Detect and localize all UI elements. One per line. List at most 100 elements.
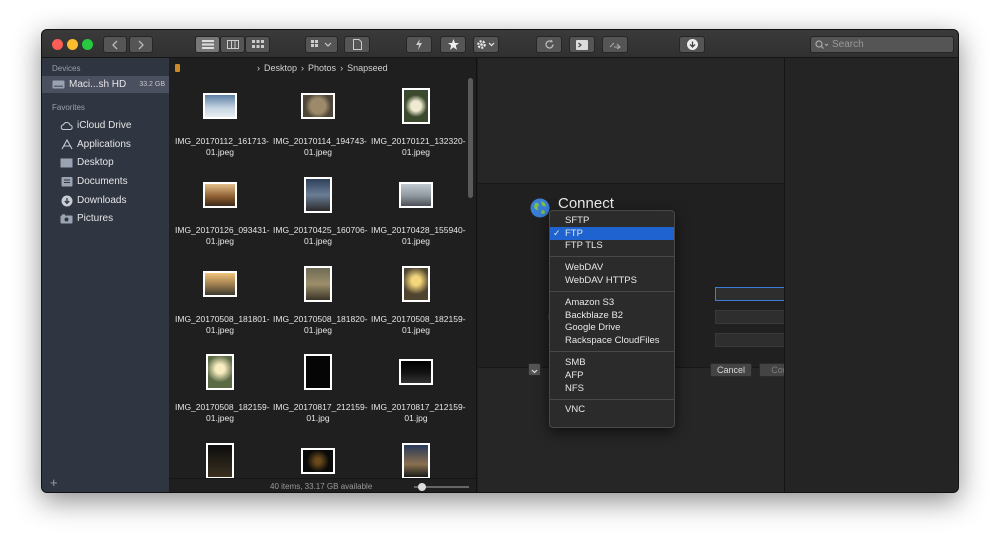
column-view-button[interactable] xyxy=(220,36,245,53)
forward-button[interactable] xyxy=(129,36,153,53)
file-item[interactable]: IMG_20170126_093431-01.jpeg xyxy=(175,182,270,247)
menu-item-webdav-https[interactable]: WebDAV HTTPS xyxy=(550,274,674,287)
globe-icon xyxy=(530,198,550,218)
file-item[interactable]: IMG_20170112_161713-01.jpeg xyxy=(175,93,269,158)
image-thumbnail xyxy=(206,354,234,390)
action-menu-button[interactable] xyxy=(473,36,499,53)
favorite-button[interactable] xyxy=(440,36,466,53)
terminal-icon xyxy=(576,39,588,50)
arrange-icon xyxy=(310,40,331,47)
disk-icon xyxy=(175,64,180,72)
image-thumbnail xyxy=(301,93,335,119)
flash-icon xyxy=(416,39,422,50)
file-name: IMG_20170508_182159-01.jpeg xyxy=(371,314,466,335)
sidebar-item-downloads[interactable]: Downloads xyxy=(42,192,169,209)
menu-item-ftp-tls[interactable]: FTP TLS xyxy=(550,240,674,253)
file-item[interactable] xyxy=(371,443,461,479)
protocol-dropdown-menu: SFTP ✓ FTP FTP TLS WebDAV WebDAV HTTPS A… xyxy=(549,210,675,428)
image-thumbnail xyxy=(304,354,332,390)
list-view-button[interactable] xyxy=(195,36,220,53)
menu-item-nfs[interactable]: NFS xyxy=(550,382,674,395)
favorites-header: Favorites xyxy=(52,103,85,112)
options-toggle-button[interactable] xyxy=(528,363,541,376)
search-placeholder: Search xyxy=(832,39,864,50)
menu-item-sftp[interactable]: SFTP xyxy=(550,214,674,227)
sidebar-item-icloud-drive[interactable]: iCloud Drive xyxy=(42,117,169,134)
menu-item-vnc[interactable]: VNC xyxy=(550,404,674,417)
back-arrow-icon xyxy=(112,40,118,49)
file-item[interactable]: IMG_20170114_194743-01.jpeg xyxy=(273,93,367,158)
menu-item-smb[interactable]: SMB xyxy=(550,356,674,369)
search-icon xyxy=(815,39,829,49)
star-icon xyxy=(447,39,459,50)
breadcrumb-separator: › xyxy=(257,63,260,73)
file-name: IMG_20170425_160706-01.jpeg xyxy=(273,225,368,246)
file-name: IMG_20170817_212159-01.jpg xyxy=(371,402,466,423)
desktop-icon xyxy=(60,157,73,168)
documents-icon xyxy=(60,176,73,187)
menu-item-webdav[interactable]: WebDAV xyxy=(550,261,674,274)
close-window-button[interactable] xyxy=(52,39,63,50)
file-item[interactable]: IMG_20170428_155940-01.jpeg xyxy=(371,182,466,247)
preview-pane xyxy=(784,58,958,492)
menu-item-afp[interactable]: AFP xyxy=(550,369,674,382)
minimize-window-button[interactable] xyxy=(67,39,78,50)
flash-button[interactable] xyxy=(406,36,432,53)
cancel-button[interactable]: Cancel xyxy=(710,363,752,377)
new-file-button[interactable] xyxy=(344,36,370,53)
column-view-icon xyxy=(226,40,239,49)
scrollbar-knob[interactable] xyxy=(468,78,473,198)
breadcrumb-item-snapseed[interactable]: Snapseed xyxy=(347,63,388,73)
sidebar-item-device[interactable]: Maci...sh HD 33.2 GB xyxy=(42,76,169,93)
sidebar-item-pictures[interactable]: Pictures xyxy=(42,210,169,227)
file-item[interactable]: IMG_20170508_182159-01.jpeg xyxy=(175,354,270,424)
file-name: IMG_20170112_161713-01.jpeg xyxy=(175,136,269,157)
grid-view-button[interactable] xyxy=(245,36,270,53)
arrange-button[interactable] xyxy=(305,36,338,53)
file-name: IMG_20170508_181801-01.jpeg xyxy=(175,314,270,335)
vertical-scrollbar[interactable] xyxy=(468,78,474,492)
add-favorite-button[interactable]: + xyxy=(50,475,58,490)
image-thumbnail xyxy=(203,271,237,297)
thumbnail-size-slider[interactable] xyxy=(414,483,469,491)
chevron-down-icon xyxy=(531,369,538,374)
sidebar-item-label: Pictures xyxy=(77,213,114,224)
file-item[interactable]: IMG_20170508_181801-01.jpeg xyxy=(175,271,270,336)
list-view-icon xyxy=(201,40,214,49)
sidebar-item-applications[interactable]: Applications xyxy=(42,136,169,153)
file-item[interactable] xyxy=(273,448,363,474)
sidebar-item-desktop[interactable]: Desktop xyxy=(42,154,169,171)
menu-item-google-drive[interactable]: Google Drive xyxy=(550,322,674,335)
connect-toolbar-button[interactable] xyxy=(602,36,628,53)
menu-separator xyxy=(550,290,674,292)
file-name: IMG_20170126_093431-01.jpeg xyxy=(175,225,270,246)
file-browser: › Desktop › Photos › Snapseed IMG_201701… xyxy=(169,58,477,492)
file-name: IMG_20170114_194743-01.jpeg xyxy=(273,136,367,157)
menu-item-ftp[interactable]: ✓ FTP xyxy=(550,226,674,240)
file-item[interactable]: IMG_20170508_182159-01.jpeg xyxy=(371,266,466,336)
checkmark-icon: ✓ xyxy=(553,227,561,238)
search-field[interactable]: Search xyxy=(810,36,954,53)
slider-handle[interactable] xyxy=(418,483,426,491)
menu-item-rackspace-cloudfiles[interactable]: Rackspace CloudFiles xyxy=(550,334,674,347)
breadcrumb-item-desktop[interactable]: Desktop xyxy=(264,63,297,73)
file-name: IMG_20170508_182159-01.jpeg xyxy=(175,402,270,423)
menu-item-amazon-s3[interactable]: Amazon S3 xyxy=(550,296,674,309)
file-item[interactable]: IMG_20170121_132320-01.jpeg xyxy=(371,88,466,158)
file-item[interactable]: IMG_20170817_212159-01.jpg xyxy=(273,354,368,424)
image-thumbnail xyxy=(399,182,433,208)
breadcrumb-item-photos[interactable]: Photos xyxy=(308,63,336,73)
file-item[interactable]: IMG_20170425_160706-01.jpeg xyxy=(273,177,368,247)
download-button[interactable] xyxy=(679,36,705,53)
back-button[interactable] xyxy=(103,36,127,53)
menu-item-label: FTP xyxy=(565,227,583,239)
file-item[interactable] xyxy=(175,443,265,479)
file-item[interactable]: IMG_20170508_181820-01.jpeg xyxy=(273,266,368,336)
sync-button[interactable] xyxy=(536,36,562,53)
file-item[interactable]: IMG_20170817_212159-01.jpg xyxy=(371,359,466,424)
terminal-button[interactable] xyxy=(569,36,595,53)
zoom-window-button[interactable] xyxy=(82,39,93,50)
sidebar-item-documents[interactable]: Documents xyxy=(42,173,169,190)
status-bar: 40 items, 33.17 GB available xyxy=(169,478,477,492)
menu-item-backblaze-b2[interactable]: Backblaze B2 xyxy=(550,309,674,322)
